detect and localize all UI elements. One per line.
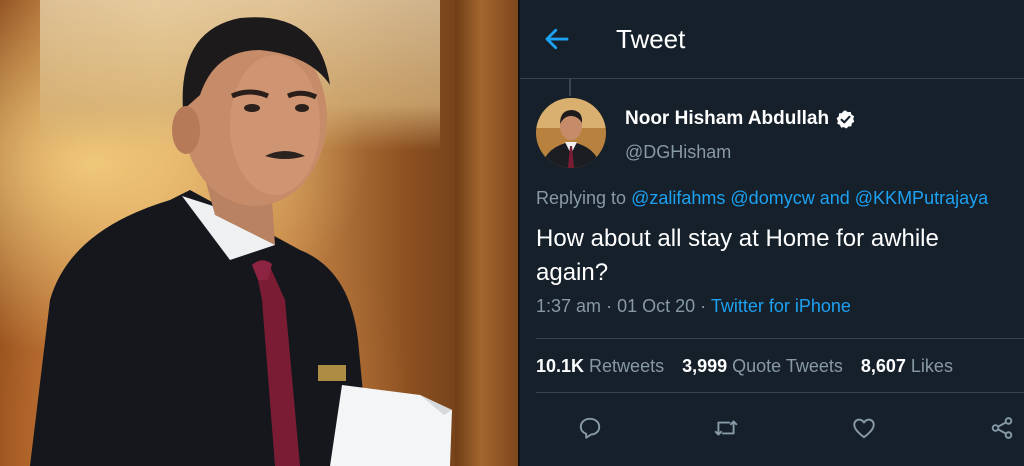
mention-link[interactable]: @KKMPutrajaya: [855, 188, 988, 208]
page-title: Tweet: [616, 24, 686, 54]
reply-button[interactable]: [572, 410, 608, 446]
mention-and-word[interactable]: and: [820, 188, 850, 208]
meta-dot: ·: [606, 296, 613, 316]
likes-count: 8,607: [860, 356, 906, 376]
author-handle[interactable]: @DGHisham: [625, 142, 731, 163]
tweet-source-link[interactable]: Twitter for iPhone: [711, 296, 851, 316]
meta-dot: ·: [700, 296, 707, 316]
avatar[interactable]: [536, 98, 606, 168]
thread-connector: [569, 78, 571, 96]
action-bar: [520, 410, 1024, 450]
divider: [536, 338, 1024, 339]
mention-link[interactable]: @domycw: [730, 188, 814, 208]
verified-badge-icon: [836, 109, 855, 129]
author-name[interactable]: Noor Hisham Abdullah: [625, 108, 829, 130]
replying-prefix: Replying to: [536, 188, 627, 208]
divider: [536, 392, 1024, 393]
share-icon: [991, 417, 1013, 439]
retweet-button[interactable]: [708, 410, 744, 446]
tweet-panel: Tweet Noor Hisham Abdullah @DGHisham Rep…: [520, 0, 1024, 466]
quote-tweets-stat[interactable]: 3,999 Quote Tweets: [682, 356, 843, 377]
quote-tweets-count: 3,999: [682, 356, 728, 376]
retweets-label: Retweets: [589, 356, 665, 376]
arrow-left-icon[interactable]: [542, 24, 572, 54]
likes-stat[interactable]: 8,607 Likes: [861, 356, 953, 377]
retweet-icon: [714, 420, 738, 436]
tweet-meta: 1:37 am · 01 Oct 20 · Twitter for iPhone: [536, 296, 851, 317]
tweet-time: 1:37 am: [536, 296, 602, 316]
likes-label: Likes: [910, 356, 953, 376]
author-row: Noor Hisham Abdullah: [625, 108, 856, 130]
retweets-stat[interactable]: 10.1K Retweets: [536, 356, 664, 377]
news-photo: [0, 0, 520, 466]
retweets-count: 10.1K: [536, 356, 585, 376]
tweet-stats: 10.1K Retweets 3,999 Quote Tweets 8,607 Lik…: [536, 356, 953, 377]
tweet-date: 01 Oct 20: [617, 296, 696, 316]
person-figure: [30, 17, 452, 466]
replying-to-line: Replying to @zalifahms @domycw and @KKMP…: [536, 188, 988, 209]
quote-tweets-label: Quote Tweets: [732, 356, 843, 376]
share-button[interactable]: [984, 410, 1020, 446]
tweet-text: How about all stay at Home for awhile ag…: [536, 225, 939, 286]
reply-icon: [579, 417, 601, 439]
like-button[interactable]: [846, 410, 882, 446]
top-bar: Tweet: [520, 0, 1024, 79]
heart-icon: [853, 418, 875, 439]
mention-link[interactable]: @zalifahms: [631, 188, 725, 208]
